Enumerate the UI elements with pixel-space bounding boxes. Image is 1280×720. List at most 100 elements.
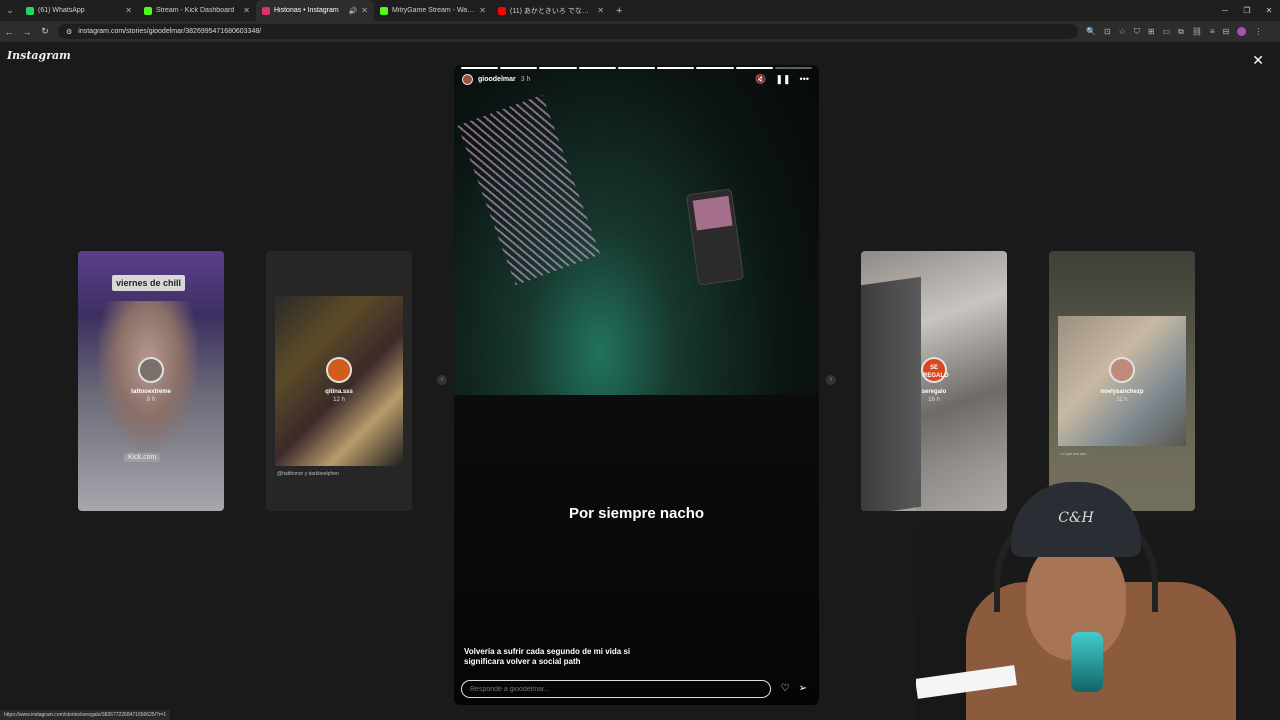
progress-segment [774,67,812,69]
avatar [138,357,164,383]
tab-title: Stream - Kick Dashboard [156,7,235,14]
close-tab-icon[interactable]: ✕ [597,6,604,15]
extension-icon[interactable]: ⊞ [1148,27,1155,36]
media-icon[interactable]: ≡ [1210,27,1215,36]
story-username: tattooextreme [131,389,171,395]
tab-title: Historias • Instagram [274,7,339,14]
progress-segment [657,67,695,69]
avatar [326,357,352,383]
extensions-puzzle-icon[interactable]: ⧉ [1178,27,1184,37]
story-progress-bar [461,67,812,69]
story-age: 16 h [928,397,940,403]
tab-favicon-icon [380,6,388,15]
story-username: seregalo [921,389,947,395]
story-header: gioodelmar 3 h [462,74,530,85]
story-caption: Lo que les que... [1060,451,1090,456]
profile-avatar[interactable] [1237,27,1247,36]
avatar: SE REGALO [921,357,949,383]
tab-favicon-icon [144,6,152,15]
tab-title: (61) WhatsApp [38,7,85,14]
story-age: 12 h [333,397,345,403]
back-icon[interactable]: ← [0,27,18,37]
progress-segment [461,67,499,69]
phone-graphic [685,188,745,286]
browser-tab[interactable]: MitryGame Stream - Watch Live...✕ [374,0,492,21]
story-time: 3 h [520,76,531,83]
side-story-qitina[interactable]: qitina.sss 12 h @hatthonor y darkbeelphe… [266,251,412,511]
webcam-overlay: C&H [916,462,1280,720]
story-credit-text: @hatthonor y darkbeelphen [277,471,339,477]
progress-segment [578,67,616,69]
story-username: noelysanchezp [1100,389,1144,395]
kick-watermark: Kick.com [124,453,161,462]
tab-favicon-icon [262,6,270,15]
window-controls: ─ ❐ ✕ [1214,0,1280,21]
close-window-icon[interactable]: ✕ [1258,6,1280,15]
more-options-icon[interactable]: ••• [800,74,809,85]
zoom-icon[interactable]: 🔍 [1086,27,1096,36]
browser-tab-bar: ⌄ (61) WhatsApp ✕ Stream - Kick Dashboard ✕… [0,0,1280,21]
story-text-sticker: viernes de chill [112,275,186,291]
url-text: instagram.com/stories/gioodelmar/3826995… [78,28,262,35]
cast-icon[interactable]: ▭ [1163,27,1171,36]
story-username[interactable]: gioodelmar [478,76,516,83]
story-controls: 🔇 ❚❚ ••• [755,74,809,85]
story-caption: Volvería a sufrir cada segundo de mi vid… [464,647,631,666]
progress-segment [617,67,656,69]
install-icon[interactable]: ⊡ [1104,27,1111,36]
tab-title: MitryGame Stream - Watch Live... [392,7,476,14]
story-main-text: Por siempre nacho [568,505,705,522]
extension-shield-icon[interactable]: ⛉ [1134,27,1140,37]
previous-story-arrow-icon[interactable]: ‹ [437,375,447,385]
new-tab-button[interactable]: + [616,5,622,17]
menu-icon[interactable]: ⋮ [1254,27,1262,36]
tab-search-icon[interactable]: ⌄ [0,0,20,21]
instagram-logo[interactable]: Instagram [7,49,71,62]
tab-favicon-icon [498,6,506,15]
bookmark-star-icon[interactable]: ☆ [1119,27,1126,36]
address-bar[interactable]: ⚙ instagram.com/stories/gioodelmar/38269… [58,24,1078,39]
status-bar-url: https://www.instagram.com/stories/serega… [0,710,171,720]
reply-input[interactable] [461,680,771,698]
progress-segment [539,67,577,69]
tab-audio-icon[interactable]: 🔊 [349,7,358,15]
toolbar-icons: 🔍 ⊡ ☆ ⛉ ⊞ ▭ ⧉ ⛓ ≡ ⊟ ⋮ [1086,27,1262,37]
stage-light-graphic [457,94,601,286]
progress-segment [500,67,538,69]
forward-icon[interactable]: → [18,27,36,37]
side-story-tattooextreme[interactable]: viernes de chill tattooextreme 8 h Kick.… [78,251,224,511]
close-tab-icon[interactable]: ✕ [479,6,486,15]
browser-tab[interactable]: (11) あかときいろ でないにいろ？ 🎨 ✕ [492,0,610,21]
browser-tab[interactable]: Stream - Kick Dashboard ✕ [138,0,256,21]
pause-icon[interactable]: ❚❚ [775,74,790,85]
tab-title: (11) あかときいろ でないにいろ？ 🎨 [510,7,593,15]
close-tab-icon[interactable]: ✕ [243,6,250,15]
story-username: qitina.sss [325,389,353,395]
avatar[interactable] [462,74,473,85]
reload-icon[interactable]: ↻ [36,26,54,37]
minimize-icon[interactable]: ─ [1214,6,1236,15]
progress-segment [696,67,734,69]
mute-icon[interactable]: 🔇 [755,74,766,85]
browser-tab[interactable]: (61) WhatsApp ✕ [20,0,138,21]
active-story[interactable]: gioodelmar 3 h 🔇 ❚❚ ••• Por siempre nach… [454,65,819,705]
reply-actions: ♡ ➢ [781,683,807,694]
story-age: 11 h [1116,397,1128,403]
microphone [1071,632,1103,692]
send-icon[interactable]: ➢ [799,683,807,694]
link-icon[interactable]: ⛓ [1192,27,1202,36]
sidebar-icon[interactable]: ⊟ [1223,27,1230,36]
browser-tab[interactable]: Historias • Instagram 🔊 ✕ [256,0,374,21]
restore-icon[interactable]: ❐ [1236,6,1258,15]
tab-favicon-icon [26,6,34,15]
browser-toolbar: ← → ↻ ⚙ instagram.com/stories/gioodelmar… [0,21,1280,42]
site-info-icon[interactable]: ⚙ [66,28,72,36]
close-tab-icon[interactable]: ✕ [361,6,368,15]
tab-strip: (61) WhatsApp ✕ Stream - Kick Dashboard ✕ Hi… [20,0,610,21]
like-heart-icon[interactable]: ♡ [781,683,790,694]
close-tab-icon[interactable]: ✕ [125,6,132,15]
progress-segment [735,67,773,69]
next-story-arrow-icon[interactable]: › [826,375,836,385]
avatar [1109,357,1135,383]
close-stories-button[interactable]: ✕ [1252,52,1264,69]
